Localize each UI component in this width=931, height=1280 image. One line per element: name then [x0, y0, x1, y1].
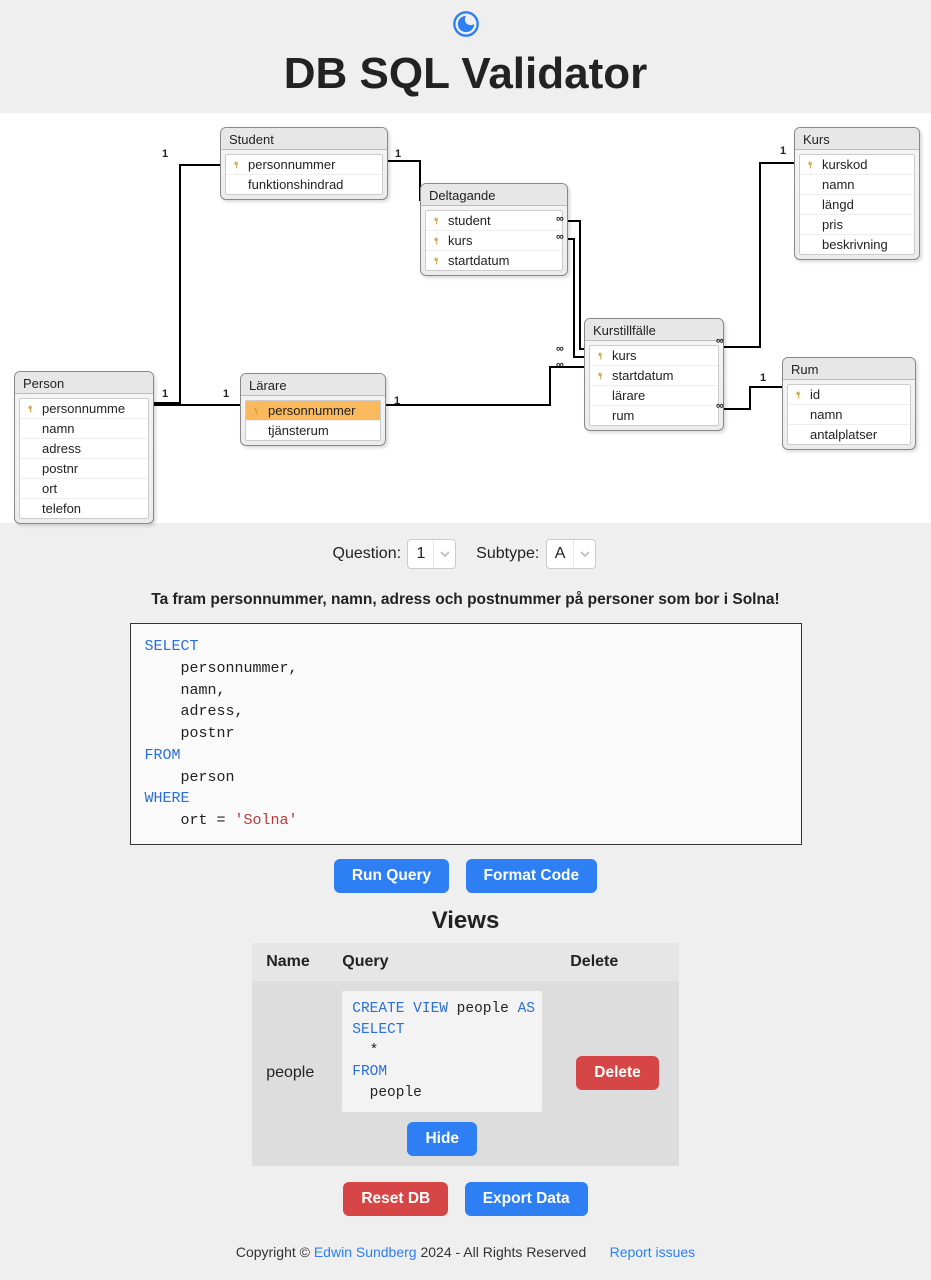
entity-field: postnr: [20, 459, 148, 479]
chevron-down-icon: [573, 540, 595, 568]
cardinality-label: 1: [395, 148, 401, 160]
hide-button[interactable]: Hide: [407, 1122, 477, 1156]
entity-field: funktionshindrad: [226, 175, 382, 194]
entity-field: namn: [788, 405, 910, 425]
entity-field: adress: [20, 439, 148, 459]
entity-field: tjänsterum: [246, 421, 380, 440]
cardinality-label: 1: [162, 148, 168, 160]
entity-field: personnummer: [246, 401, 380, 421]
author-link[interactable]: Edwin Sundberg: [314, 1244, 417, 1260]
entity-field: namn: [20, 419, 148, 439]
entity-field: student: [426, 211, 562, 231]
cardinality-label: 1: [760, 372, 766, 384]
entity-field: längd: [800, 195, 914, 215]
export-data-button[interactable]: Export Data: [465, 1182, 588, 1216]
col-name: Name: [252, 943, 328, 981]
entity-field: kurs: [426, 231, 562, 251]
cardinality-label: 1: [162, 388, 168, 400]
entity-deltagande: Deltagande studentkursstartdatum: [420, 183, 568, 276]
view-name: people: [252, 981, 328, 1166]
cardinality-label: 1: [394, 395, 400, 407]
entity-field: pris: [800, 215, 914, 235]
entity-field: ort: [20, 479, 148, 499]
reset-db-button[interactable]: Reset DB: [343, 1182, 448, 1216]
entity-title: Person: [15, 372, 153, 394]
entity-field: personnummer: [226, 155, 382, 175]
entity-field: kurs: [590, 346, 718, 366]
entity-student: Student personnummerfunktionshindrad: [220, 127, 388, 200]
key-icon: [232, 159, 242, 171]
entity-field: beskrivning: [800, 235, 914, 254]
footer: Copyright © Edwin Sundberg 2024 - All Ri…: [0, 1244, 931, 1260]
delete-button[interactable]: Delete: [576, 1056, 659, 1090]
entity-title: Student: [221, 128, 387, 150]
views-table: Name Query Delete people CREATE VIEW peo…: [252, 943, 679, 1166]
entity-kurstillfalle: Kurstillfälle kursstartdatumlärarerum: [584, 318, 724, 431]
entity-field: rum: [590, 406, 718, 425]
page-title: DB SQL Validator: [0, 49, 931, 99]
entity-title: Kurstillfälle: [585, 319, 723, 341]
key-icon: [794, 389, 804, 401]
question-text: Ta fram personnummer, namn, adress och p…: [0, 591, 931, 609]
key-icon: [252, 405, 262, 417]
col-delete: Delete: [556, 943, 679, 981]
theme-toggle-moon-icon[interactable]: [452, 10, 480, 38]
col-query: Query: [328, 943, 556, 981]
entity-field: lärare: [590, 386, 718, 406]
question-label: Question:: [333, 545, 401, 562]
format-code-button[interactable]: Format Code: [466, 859, 598, 893]
question-select[interactable]: 1: [407, 539, 456, 569]
sql-editor[interactable]: SELECT personnummer, namn, adress, postn…: [130, 623, 802, 845]
key-icon: [596, 370, 606, 382]
key-icon: [806, 159, 816, 171]
entity-title: Lärare: [241, 374, 385, 396]
cardinality-label: ∞: [716, 335, 724, 347]
cardinality-label: ∞: [556, 359, 564, 371]
chevron-down-icon: [433, 540, 455, 568]
cardinality-label: ∞: [556, 343, 564, 355]
entity-kurs: Kurs kurskodnamnlängdprisbeskrivning: [794, 127, 920, 260]
view-query: CREATE VIEW people AS SELECT * FROM peop…: [342, 991, 542, 1112]
key-icon: [432, 235, 442, 247]
cardinality-label: ∞: [556, 213, 564, 225]
views-heading: Views: [0, 907, 931, 935]
entity-field: startdatum: [426, 251, 562, 270]
subtype-select[interactable]: A: [546, 539, 597, 569]
entity-larare: Lärare personnummertjänsterum: [240, 373, 386, 446]
report-issues-link[interactable]: Report issues: [610, 1244, 696, 1260]
key-icon: [26, 403, 36, 415]
entity-title: Kurs: [795, 128, 919, 150]
er-diagram: Personpersonnummenamnadresspostnrorttele…: [0, 113, 931, 523]
cardinality-label: 1: [223, 388, 229, 400]
entity-field: telefon: [20, 499, 148, 518]
table-row: people CREATE VIEW people AS SELECT * FR…: [252, 981, 679, 1166]
key-icon: [596, 350, 606, 362]
entity-field: namn: [800, 175, 914, 195]
key-icon: [432, 255, 442, 267]
entity-person: Person personnummenamnadresspostnrorttele…: [14, 371, 154, 524]
run-query-button[interactable]: Run Query: [334, 859, 449, 893]
entity-field: kurskod: [800, 155, 914, 175]
entity-title: Deltagande: [421, 184, 567, 206]
cardinality-label: 1: [780, 145, 786, 157]
entity-field: antalplatser: [788, 425, 910, 444]
entity-rum: Rum idnamnantalplatser: [782, 357, 916, 450]
entity-field: id: [788, 385, 910, 405]
key-icon: [432, 215, 442, 227]
cardinality-label: ∞: [716, 400, 724, 412]
entity-field: startdatum: [590, 366, 718, 386]
subtype-label: Subtype:: [476, 545, 539, 562]
entity-title: Rum: [783, 358, 915, 380]
entity-field: personnumme: [20, 399, 148, 419]
cardinality-label: ∞: [556, 231, 564, 243]
